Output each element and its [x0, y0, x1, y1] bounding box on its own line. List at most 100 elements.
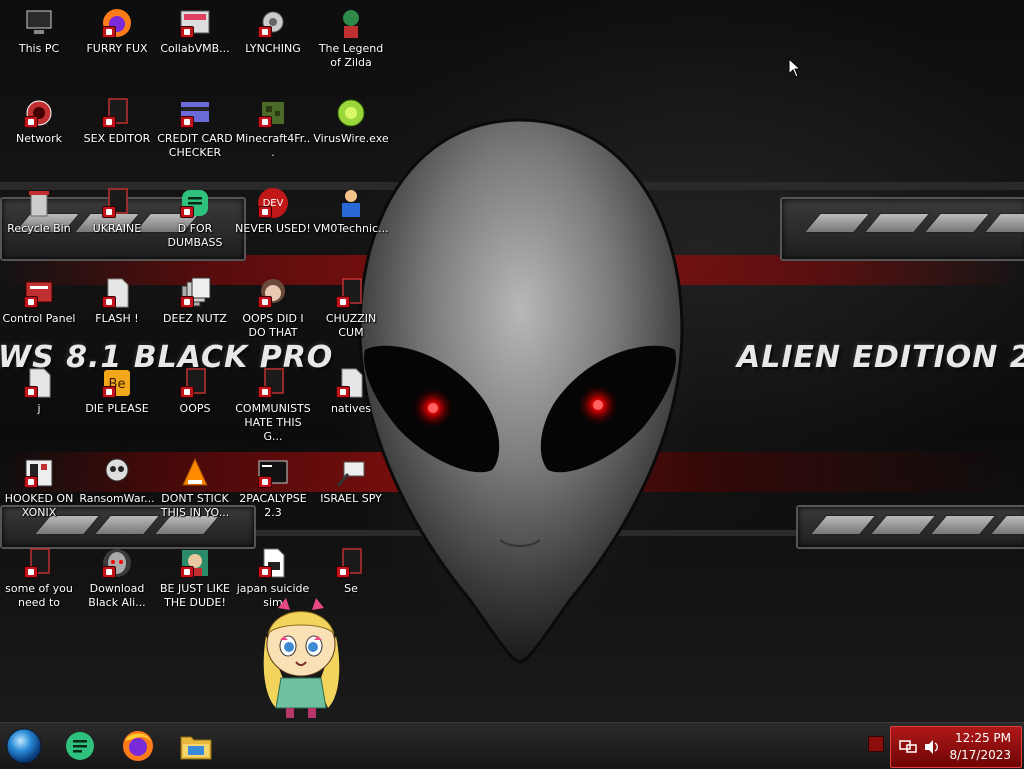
desktop-icon[interactable]: OOPS DID I DO THAT — [234, 272, 312, 360]
desktop-icon[interactable]: VirusWire.exe — [312, 92, 390, 180]
shortcut-overlay-icon — [24, 296, 38, 308]
skull-icon — [100, 456, 134, 490]
desktop-icon-label: UKRAINE — [92, 222, 142, 235]
desktop[interactable]: WS 8.1 BLACK PRO ALIEN EDITION 201 This … — [0, 0, 1024, 722]
vlc-icon — [178, 456, 212, 490]
shortcut-overlay-icon — [180, 206, 194, 218]
desktop-icon-label: natives — [330, 402, 372, 415]
clock-date[interactable]: 8/17/2023 — [931, 748, 1011, 762]
person-icon — [334, 186, 368, 220]
desktop-icon[interactable]: Network — [0, 92, 78, 180]
desktop-icon[interactable]: SEX EDITOR — [78, 92, 156, 180]
desktop-icon[interactable]: Minecraft4Fr... — [234, 92, 312, 180]
face-icon — [256, 276, 290, 310]
desktop-icon[interactable]: COMMUNISTS HATE THIS G... — [234, 362, 312, 450]
desktop-icon-label: FLASH ! — [95, 312, 139, 325]
taskbar-file-explorer-button[interactable] — [176, 728, 216, 764]
shortcut-overlay-icon — [258, 476, 272, 488]
shortcut-overlay-icon — [24, 386, 38, 398]
desktop-icon[interactable]: OOPS — [156, 362, 234, 450]
shortcut-overlay-icon — [180, 26, 194, 38]
shortcut-overlay-icon — [258, 116, 272, 128]
desktop-icon-label: OOPS DID I DO THAT — [242, 312, 304, 339]
desktop-icon[interactable]: BE JUST LIKE THE DUDE! — [156, 542, 234, 630]
desktop-icon[interactable]: DONT STICK THIS IN YO... — [156, 452, 234, 540]
taskbar-notes-button[interactable] — [60, 728, 100, 764]
desktop-icon-label: SEX EDITOR — [83, 132, 151, 145]
dev-icon: DEV — [256, 186, 290, 220]
desktop-icon[interactable]: HOOKED ON XONIX — [0, 452, 78, 540]
desktop-icon-label: DEEZ NUTZ — [163, 312, 227, 325]
desktop-icon-label: 2PACALYPSE 2.3 — [239, 492, 307, 519]
taskbar-firefox-button[interactable] — [118, 728, 158, 764]
desktop-icon[interactable]: Download Black Ali... — [78, 542, 156, 630]
desktop-icon[interactable]: CollabVMB... — [156, 2, 234, 90]
desktop-icon-label: D FOR DUMBASS — [167, 222, 223, 249]
doc-icon — [256, 546, 290, 580]
desktop-icon[interactable]: Be DIE PLEASE — [78, 362, 156, 450]
desktop-icon[interactable]: 2PACALYPSE 2.3 — [234, 452, 312, 540]
desktop-icon-label: Minecraft4Fr... — [235, 132, 311, 159]
shortcut-overlay-icon — [258, 206, 272, 218]
start-orb-icon — [6, 728, 42, 764]
desktop-icon-label: j — [37, 402, 41, 415]
computer-icon — [22, 6, 56, 40]
shortcut-overlay-icon — [102, 206, 116, 218]
shortcut-overlay-icon — [336, 296, 350, 308]
desktop-icon[interactable]: D FOR DUMBASS — [156, 182, 234, 270]
shortcut-overlay-icon — [102, 296, 116, 308]
desktop-icon[interactable]: ISRAEL SPY — [312, 452, 390, 540]
mouse-cursor-icon — [788, 58, 802, 78]
start-button[interactable] — [4, 728, 44, 764]
desktop-icon-label: OOPS — [179, 402, 211, 415]
desktop-icon[interactable]: DEEZ NUTZ — [156, 272, 234, 360]
taskbar: 12:25 PM 8/17/2023 — [0, 722, 1024, 769]
network-tray-icon[interactable] — [899, 739, 917, 755]
gear-file-icon — [256, 6, 290, 40]
desktop-icon[interactable]: Control Panel — [0, 272, 78, 360]
firefox-icon — [123, 731, 153, 761]
cartoon-sticker-image — [263, 598, 340, 718]
clock-time[interactable]: 12:25 PM — [931, 731, 1011, 745]
desktop-icon[interactable]: Recycle Bin — [0, 182, 78, 270]
wallpaper-title-right: ALIEN EDITION 201 — [737, 340, 1024, 375]
be-icon: Be — [100, 366, 134, 400]
desktop-icon[interactable]: some of you need to — [0, 542, 78, 630]
shortcut-overlay-icon — [24, 476, 38, 488]
desktop-icon-label: Control Panel — [2, 312, 76, 325]
desktop-icon[interactable]: This PC — [0, 2, 78, 90]
desktop-icon[interactable]: CREDIT CARD CHECKER — [156, 92, 234, 180]
desktop-icon[interactable]: UKRAINE — [78, 182, 156, 270]
desktop-icon[interactable]: VM0Technic... — [312, 182, 390, 270]
tray-overflow-button[interactable] — [868, 736, 884, 752]
desktop-icon-label: NEVER USED! — [235, 222, 311, 235]
app-icon — [100, 96, 134, 130]
desktop-icon-label: ISRAEL SPY — [320, 492, 382, 505]
app-icon — [334, 546, 368, 580]
desktop-icon-label: LYNCHING — [245, 42, 301, 55]
desktop-icon[interactable]: natives — [312, 362, 390, 450]
app-icon — [334, 276, 368, 310]
control-panel-icon — [22, 276, 56, 310]
desktop-icon[interactable]: FLASH ! — [78, 272, 156, 360]
desktop-icon-label: CHUZZIN CUM — [325, 312, 377, 339]
shortcut-overlay-icon — [258, 26, 272, 38]
shortcut-overlay-icon — [180, 296, 194, 308]
desktop-icon-label: CollabVMB... — [160, 42, 230, 55]
file-icon — [100, 276, 134, 310]
shortcut-overlay-icon — [24, 116, 38, 128]
desktop-icon[interactable]: CHUZZIN CUM — [312, 272, 390, 360]
spy-icon — [334, 456, 368, 490]
desktop-icon[interactable]: RansomWar... — [78, 452, 156, 540]
shortcut-overlay-icon — [180, 116, 194, 128]
card-icon — [178, 96, 212, 130]
desktop-icon[interactable]: FURRY FUX — [78, 2, 156, 90]
desktop-icon[interactable]: DEV NEVER USED! — [234, 182, 312, 270]
green-d-icon — [178, 186, 212, 220]
desktop-icon[interactable]: The Legend of Zilda — [312, 2, 390, 90]
desktop-icon[interactable]: LYNCHING — [234, 2, 312, 90]
stack-icon — [178, 276, 212, 310]
desktop-icon[interactable]: j — [0, 362, 78, 450]
shortcut-overlay-icon — [258, 386, 272, 398]
firefox-icon — [100, 6, 134, 40]
